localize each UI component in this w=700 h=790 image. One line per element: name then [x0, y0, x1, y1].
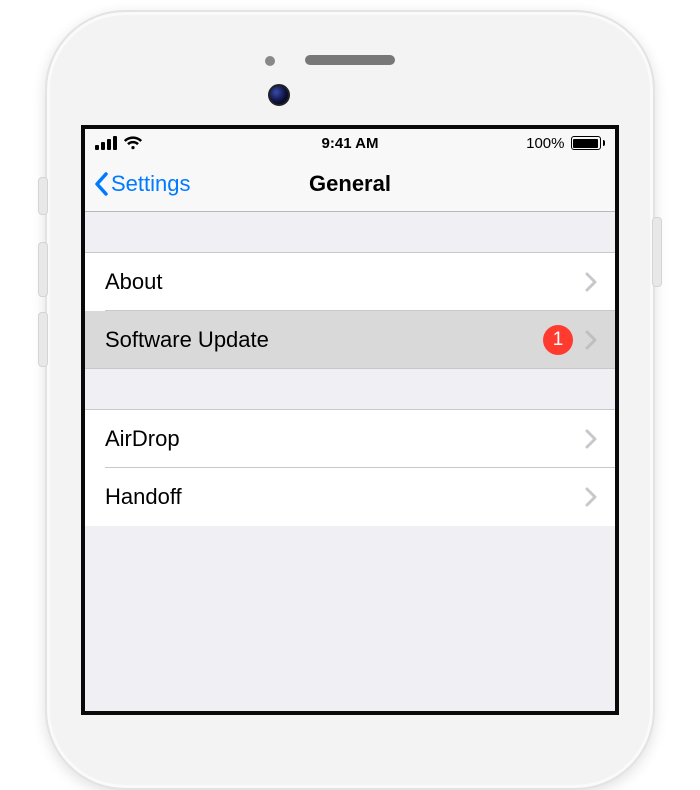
volume-down-button — [38, 312, 48, 367]
volume-up-button — [38, 242, 48, 297]
navigation-bar: Settings General — [85, 157, 615, 212]
chevron-right-icon — [585, 487, 597, 507]
row-label: Handoff — [105, 484, 585, 510]
mute-switch — [38, 177, 48, 215]
iphone-frame: 9:41 AM 100% Settings General — [45, 10, 655, 790]
chevron-right-icon — [585, 272, 597, 292]
battery-percent: 100% — [526, 135, 564, 152]
row-label: AirDrop — [105, 426, 585, 452]
chevron-right-icon — [585, 429, 597, 449]
battery-icon — [571, 136, 606, 150]
front-camera — [268, 84, 290, 106]
row-label: About — [105, 269, 585, 295]
section-spacer — [85, 369, 615, 409]
chevron-left-icon — [93, 172, 109, 196]
proximity-sensor — [265, 56, 275, 66]
back-button[interactable]: Settings — [85, 171, 191, 197]
row-label: Software Update — [105, 327, 543, 353]
speaker-grille — [305, 55, 395, 65]
row-software-update[interactable]: Software Update 1 — [85, 311, 615, 369]
settings-group-about: About Software Update 1 — [85, 252, 615, 369]
row-airdrop[interactable]: AirDrop — [85, 410, 615, 468]
cellular-signal-icon — [95, 136, 117, 150]
wifi-icon — [123, 136, 143, 150]
row-about[interactable]: About — [85, 253, 615, 311]
power-button — [652, 217, 662, 287]
status-bar: 9:41 AM 100% — [85, 129, 615, 157]
section-spacer — [85, 212, 615, 252]
settings-group-airdrop: AirDrop Handoff — [85, 409, 615, 526]
back-button-label: Settings — [111, 171, 191, 197]
notification-badge: 1 — [543, 325, 573, 355]
screen: 9:41 AM 100% Settings General — [81, 125, 619, 715]
chevron-right-icon — [585, 330, 597, 350]
row-handoff[interactable]: Handoff — [85, 468, 615, 526]
